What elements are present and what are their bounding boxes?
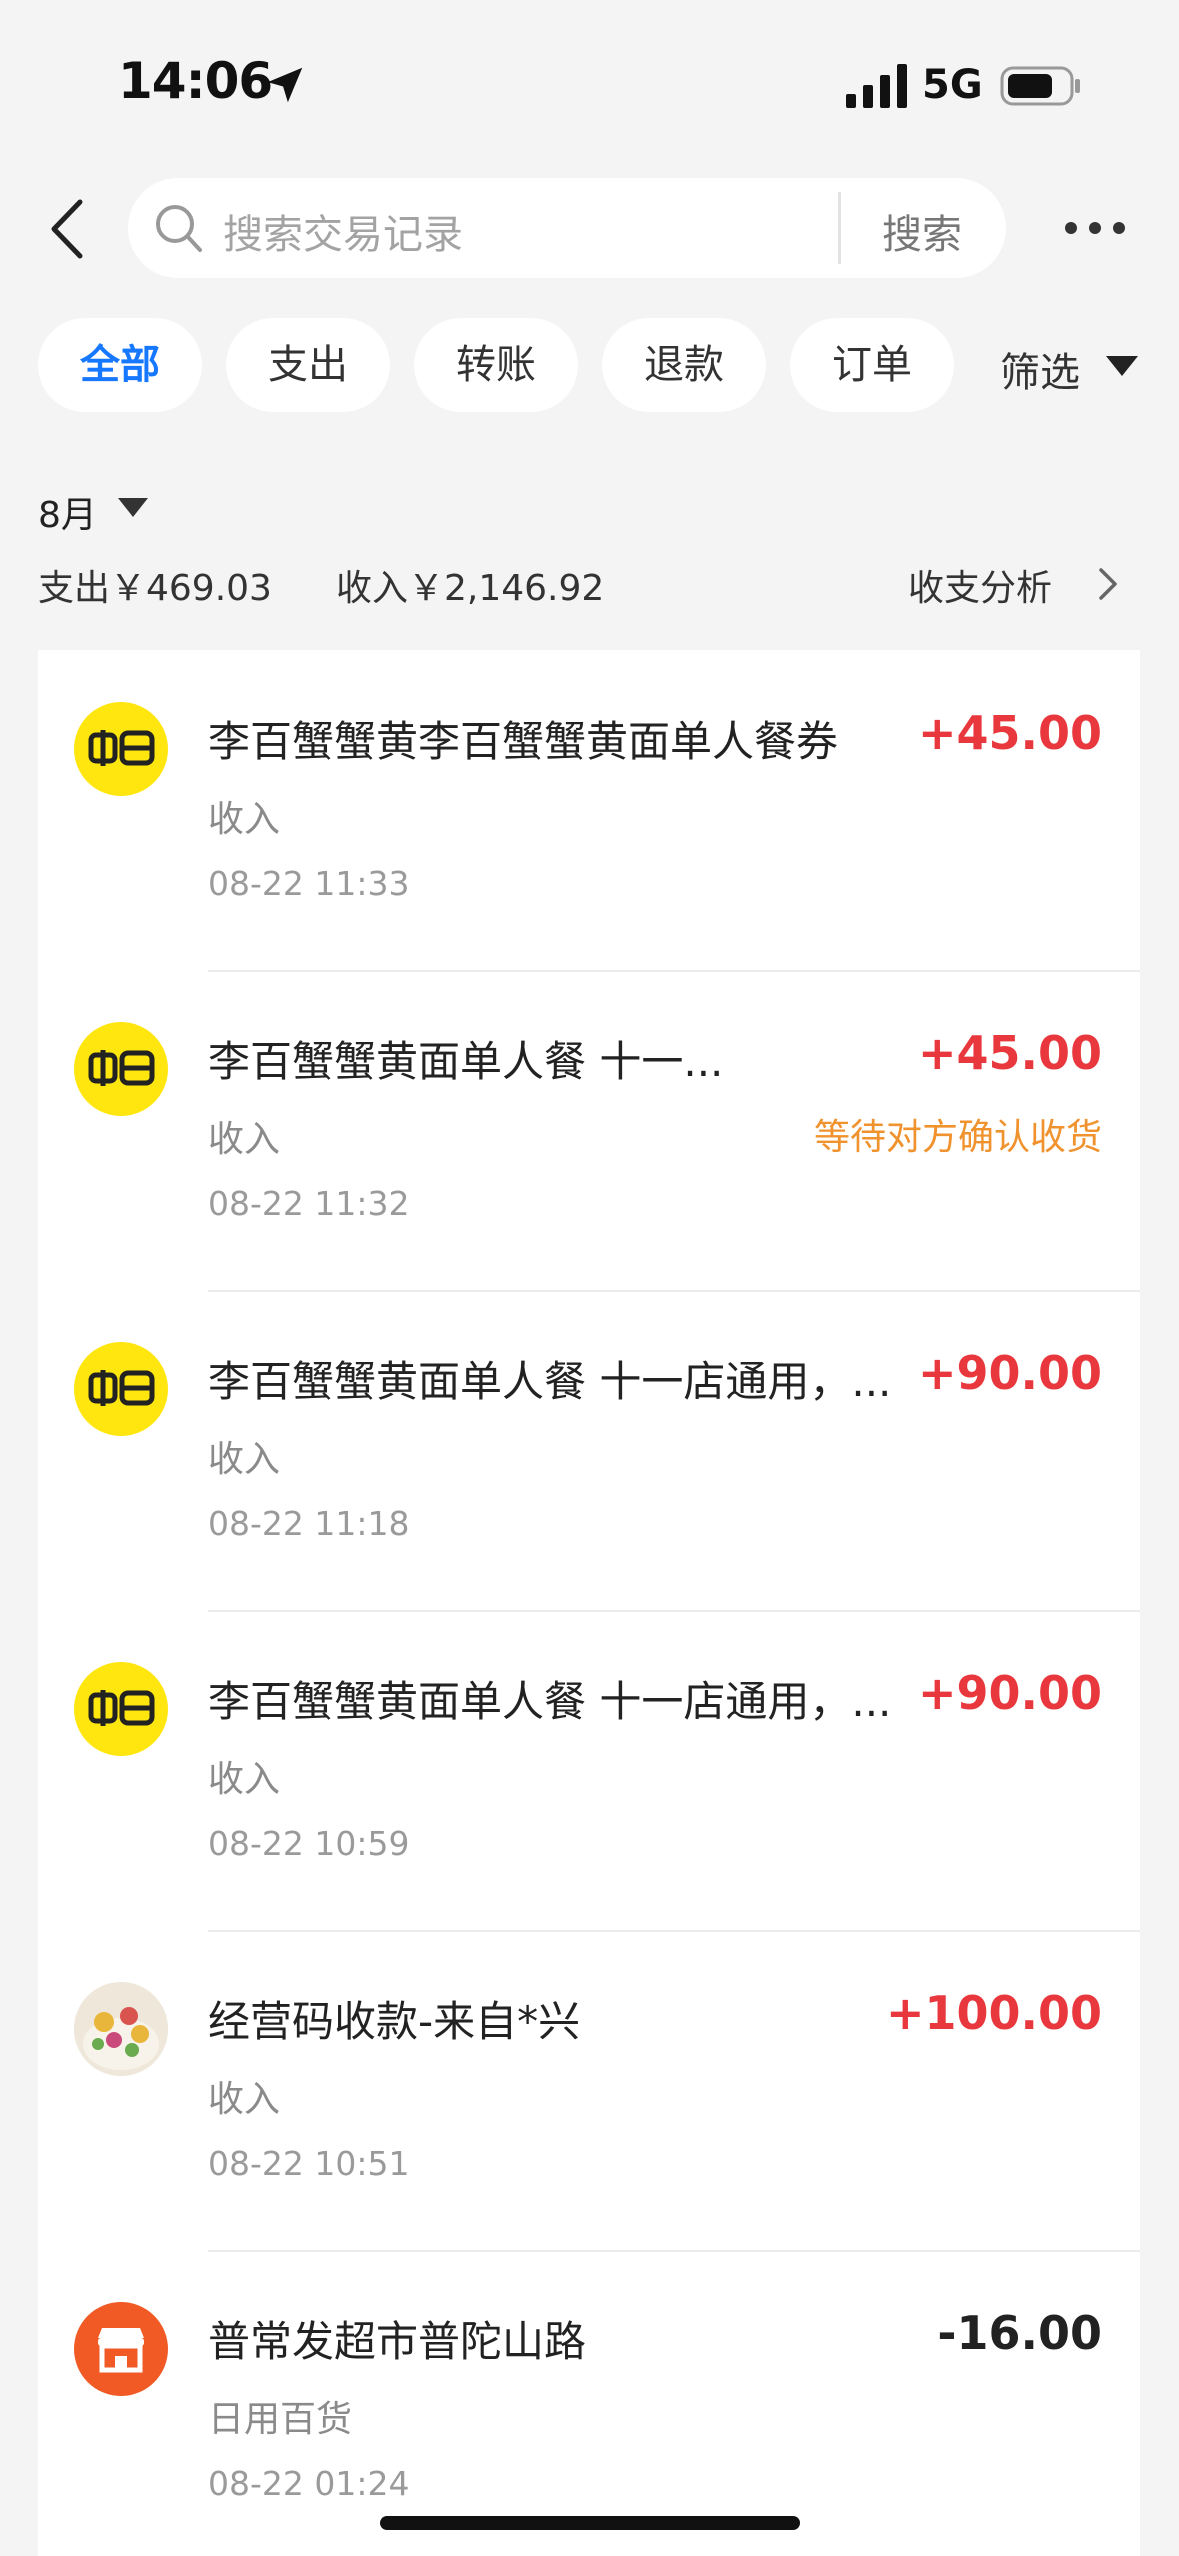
- month-selector[interactable]: 8月: [38, 486, 97, 538]
- income-expense-analysis-link[interactable]: 收支分析: [908, 559, 1052, 611]
- transaction-amount: +45.00: [917, 1026, 1102, 1080]
- transaction-time: 08-22 11:32: [208, 1184, 410, 1223]
- xianyu-logo-icon: [74, 702, 168, 796]
- transaction-category: 收入: [208, 799, 281, 840]
- transaction-amount: +100.00: [885, 1986, 1102, 2040]
- transaction-time: 08-22 11:33: [208, 864, 410, 903]
- transaction-category: 收入: [208, 1119, 281, 1160]
- search-icon: [156, 205, 202, 252]
- transaction-time: 08-22 11:18: [208, 1504, 410, 1543]
- transaction-title: 经营码收款-来自*兴: [208, 1997, 581, 2046]
- network-type-label: 5G: [922, 62, 983, 108]
- transaction-amount: +90.00: [917, 1346, 1102, 1400]
- transaction-title: 李百蟹蟹黄面单人餐 十一店通用，...: [208, 1677, 892, 1726]
- transaction-row[interactable]: 普常发超市普陀山路 -16.00 日用百货 08-22 01:24: [38, 2250, 1140, 2556]
- more-options-icon[interactable]: [1062, 216, 1128, 240]
- transaction-row[interactable]: 李百蟹蟹黄面单人餐 十一店通用，... +90.00 收入 08-22 10:5…: [38, 1610, 1140, 1930]
- transaction-row[interactable]: 李百蟹蟹黄面单人餐 十一... +45.00 收入 等待对方确认收货 08-22…: [38, 970, 1140, 1290]
- transaction-category: 日用百货: [208, 2399, 353, 2440]
- transaction-amount: +45.00: [917, 706, 1102, 760]
- xianyu-logo-icon: [74, 1662, 168, 1756]
- transaction-time: 08-22 10:59: [208, 1824, 410, 1863]
- filter-chip-transfer[interactable]: 转账: [414, 318, 578, 412]
- filter-chip-expense[interactable]: 支出: [226, 318, 390, 412]
- monthly-expense-total: 支出￥469.03: [38, 568, 272, 609]
- transaction-amount: +90.00: [917, 1666, 1102, 1720]
- search-button[interactable]: 搜索: [858, 202, 986, 260]
- search-divider: [838, 192, 841, 264]
- row-divider: [208, 2250, 1140, 2252]
- filter-chip-all[interactable]: 全部: [38, 318, 202, 412]
- row-divider: [208, 1930, 1140, 1932]
- transaction-row[interactable]: 经营码收款-来自*兴 +100.00 收入 08-22 10:51: [38, 1930, 1140, 2250]
- transaction-title: 李百蟹蟹黄李百蟹蟹黄面单人餐券: [208, 717, 839, 766]
- caret-down-icon[interactable]: [1106, 356, 1138, 378]
- transaction-list: 李百蟹蟹黄李百蟹蟹黄面单人餐券 +45.00 收入 08-22 11:33 李百…: [38, 650, 1140, 2556]
- chevron-right-icon[interactable]: [1096, 564, 1120, 604]
- status-bar: 14:06 5G: [0, 0, 1179, 170]
- month-caret-down-icon[interactable]: [118, 498, 148, 518]
- transaction-amount: -16.00: [937, 2306, 1102, 2360]
- transaction-time: 08-22 10:51: [208, 2144, 410, 2183]
- transaction-title: 普常发超市普陀山路: [208, 2317, 587, 2366]
- transaction-category: 收入: [208, 1759, 281, 1800]
- store-icon: [74, 2302, 168, 2396]
- home-indicator: [380, 2516, 800, 2530]
- battery-icon: [1000, 66, 1080, 106]
- row-divider: [208, 1290, 1140, 1292]
- transaction-status: 等待对方确认收货: [813, 1117, 1102, 1158]
- food-photo-avatar: [74, 1982, 168, 2076]
- back-arrow-icon[interactable]: [44, 196, 94, 262]
- status-time: 14:06: [118, 52, 273, 110]
- xianyu-logo-icon: [74, 1342, 168, 1436]
- transaction-title: 李百蟹蟹黄面单人餐 十一店通用，...: [208, 1357, 892, 1406]
- monthly-income-total: 收入￥2,146.92: [336, 568, 605, 609]
- row-divider: [208, 1610, 1140, 1612]
- transaction-row[interactable]: 李百蟹蟹黄面单人餐 十一店通用，... +90.00 收入 08-22 11:1…: [38, 1290, 1140, 1610]
- transaction-row[interactable]: 李百蟹蟹黄李百蟹蟹黄面单人餐券 +45.00 收入 08-22 11:33: [38, 650, 1140, 970]
- transaction-category: 收入: [208, 1439, 281, 1480]
- search-input[interactable]: 搜索交易记录: [223, 202, 463, 260]
- transaction-category: 收入: [208, 2079, 281, 2120]
- cellular-signal-icon: [846, 64, 907, 108]
- filter-chip-refund[interactable]: 退款: [602, 318, 766, 412]
- filter-chip-order[interactable]: 订单: [790, 318, 954, 412]
- transaction-title: 李百蟹蟹黄面单人餐 十一...: [208, 1037, 724, 1086]
- filter-button[interactable]: 筛选: [1000, 340, 1080, 398]
- row-divider: [208, 970, 1140, 972]
- search-bar[interactable]: 搜索交易记录 搜索: [128, 178, 1006, 278]
- transaction-time: 08-22 01:24: [208, 2464, 410, 2503]
- location-arrow-icon: [267, 67, 303, 103]
- xianyu-logo-icon: [74, 1022, 168, 1116]
